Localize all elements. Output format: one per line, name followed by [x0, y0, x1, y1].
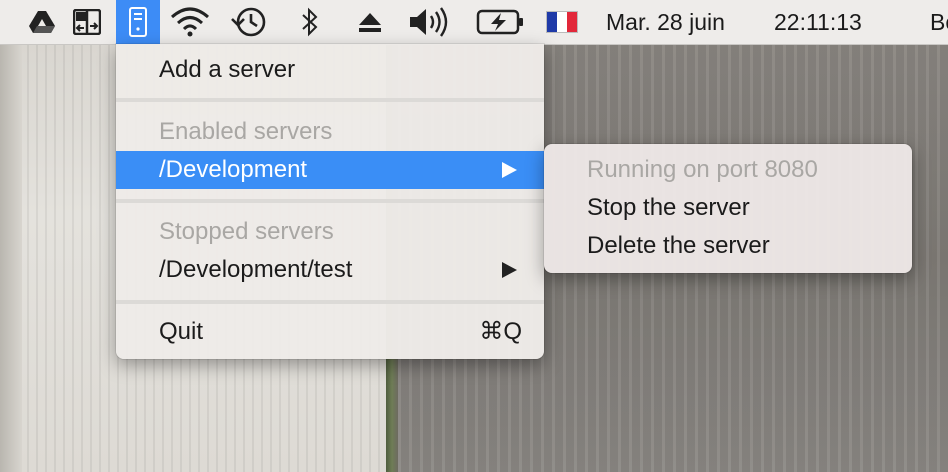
server-status-label: Running on port 8080	[587, 156, 818, 183]
menubar-date[interactable]: Mar. 28 juin	[606, 7, 725, 37]
delete-server-item[interactable]: Delete the server	[544, 227, 912, 265]
server-app-icon[interactable]	[116, 0, 160, 44]
quit-shortcut: ⌘Q	[479, 318, 522, 345]
battery-charging-icon[interactable]	[474, 0, 526, 44]
stopped-server-label: /Development/test	[159, 256, 353, 283]
volume-icon[interactable]	[405, 0, 455, 44]
enabled-servers-header: Enabled servers	[116, 113, 544, 151]
menu-separator	[116, 98, 544, 102]
enabled-server-development[interactable]: /Development	[116, 151, 544, 189]
stop-server-item[interactable]: Stop the server	[544, 189, 912, 227]
submenu-arrow-icon	[502, 162, 517, 178]
delete-server-label: Delete the server	[587, 232, 770, 259]
menubar-time[interactable]: 22:11:13	[774, 7, 862, 37]
wifi-icon[interactable]	[166, 0, 214, 44]
time-machine-icon[interactable]	[226, 0, 272, 44]
stopped-server-development-test[interactable]: /Development/test	[116, 251, 544, 289]
french-flag-icon[interactable]	[544, 0, 580, 44]
enabled-server-label: /Development	[159, 156, 308, 183]
menubar-user[interactable]: Bo	[930, 7, 948, 37]
stop-server-label: Stop the server	[587, 194, 750, 221]
server-status-item: Running on port 8080	[544, 151, 912, 189]
enabled-servers-label: Enabled servers	[159, 118, 333, 145]
server-submenu: Running on port 8080 Stop the server Del…	[544, 144, 912, 273]
submenu-arrow-icon	[502, 262, 517, 278]
menu-bar: Mar. 28 juin 22:11:13 Bo	[0, 0, 948, 45]
window-switcher-icon[interactable]	[68, 0, 106, 44]
bluetooth-icon[interactable]	[294, 0, 326, 44]
server-menu: Add a server Enabled servers /Developmen…	[116, 44, 544, 359]
eject-icon[interactable]	[352, 0, 388, 44]
menu-separator	[116, 300, 544, 304]
stopped-servers-header: Stopped servers	[116, 213, 544, 251]
stopped-servers-label: Stopped servers	[159, 218, 334, 245]
quit-label: Quit	[159, 318, 204, 345]
add-server-item[interactable]: Add a server	[116, 51, 544, 89]
google-drive-icon[interactable]	[24, 0, 60, 44]
add-server-label: Add a server	[159, 56, 296, 83]
menu-separator	[116, 199, 544, 203]
quit-item[interactable]: Quit ⌘Q	[116, 313, 544, 351]
wallpaper-plank-edge	[0, 44, 22, 472]
